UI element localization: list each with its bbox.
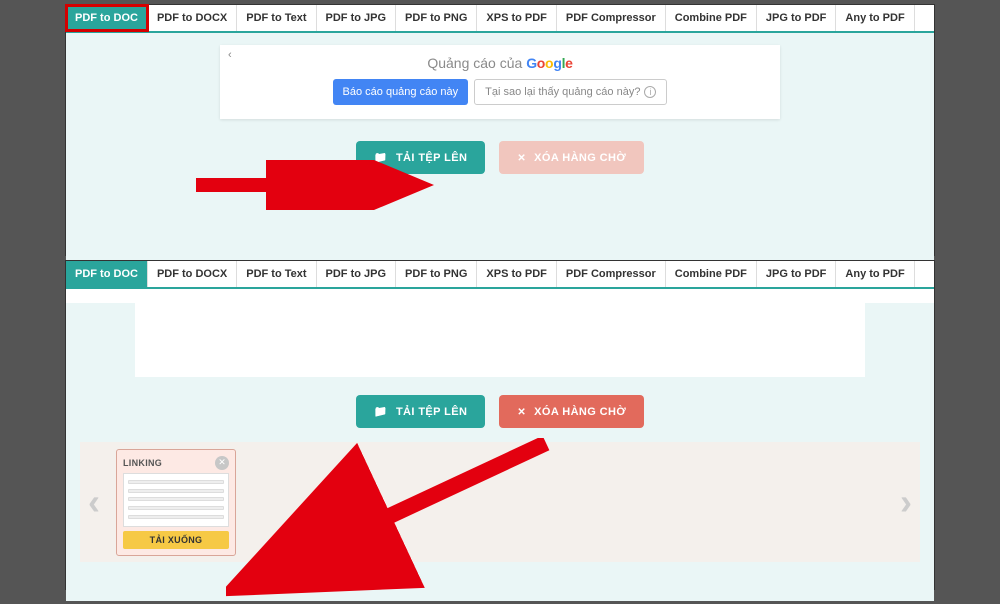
tab-pdf-to-doc[interactable]: PDF to DOC — [66, 5, 148, 31]
tab-pdf-to-docx-b[interactable]: PDF to DOCX — [148, 261, 237, 287]
format-tabs-top: PDF to DOC PDF to DOCX PDF to Text PDF t… — [66, 5, 934, 33]
tab-pdf-to-text[interactable]: PDF to Text — [237, 5, 316, 31]
tab-pdf-to-png[interactable]: PDF to PNG — [396, 5, 477, 31]
screenshot-top: PDF to DOC PDF to DOCX PDF to Text PDF t… — [65, 4, 935, 256]
tab-pdf-to-jpg[interactable]: PDF to JPG — [317, 5, 397, 31]
upload-icon — [374, 151, 388, 164]
tab-pdf-to-png-b[interactable]: PDF to PNG — [396, 261, 477, 287]
tab-any-to-pdf-b[interactable]: Any to PDF — [836, 261, 914, 287]
file-name-label: LINKING — [123, 458, 162, 468]
tab-pdf-compressor-b[interactable]: PDF Compressor — [557, 261, 666, 287]
tab-pdf-to-docx[interactable]: PDF to DOCX — [148, 5, 237, 31]
ad-title: Quảng cáo của Google — [220, 55, 780, 71]
tab-jpg-to-pdf-b[interactable]: JPG to PDF — [757, 261, 837, 287]
upload-icon — [374, 405, 388, 418]
report-ad-button[interactable]: Báo cáo quảng cáo này — [333, 79, 469, 105]
format-tabs-bottom: PDF to DOC PDF to DOCX PDF to Text PDF t… — [66, 261, 934, 289]
tab-pdf-to-text-b[interactable]: PDF to Text — [237, 261, 316, 287]
tab-pdf-to-jpg-b[interactable]: PDF to JPG — [317, 261, 397, 287]
file-queue-strip: ‹ LINKING ✕ TẢI XUỐNG › — [80, 442, 920, 562]
tab-any-to-pdf[interactable]: Any to PDF — [836, 5, 914, 31]
clear-queue-button-top: XÓA HÀNG CHỜ — [499, 141, 644, 174]
clear-queue-button-bottom[interactable]: XÓA HÀNG CHỜ — [499, 395, 644, 428]
file-thumbnail — [123, 473, 229, 527]
carousel-prev-icon[interactable]: ‹ — [80, 481, 108, 523]
close-icon — [517, 406, 526, 418]
tab-jpg-to-pdf[interactable]: JPG to PDF — [757, 5, 837, 31]
tab-pdf-to-doc-b[interactable]: PDF to DOC — [66, 261, 148, 287]
why-ad-button[interactable]: Tại sao lại thấy quảng cáo này?i — [474, 79, 667, 105]
tab-combine-pdf-b[interactable]: Combine PDF — [666, 261, 757, 287]
upload-button-bottom[interactable]: TẢI TỆP LÊN — [356, 395, 486, 428]
converted-file-card: LINKING ✕ TẢI XUỐNG — [116, 449, 236, 556]
ad-collapse-icon[interactable]: ‹ — [228, 49, 232, 61]
remove-file-icon[interactable]: ✕ — [215, 456, 229, 470]
screenshot-bottom: PDF to DOC PDF to DOCX PDF to Text PDF t… — [65, 260, 935, 590]
tab-combine-pdf[interactable]: Combine PDF — [666, 5, 757, 31]
info-icon: i — [644, 86, 656, 98]
upload-button-top[interactable]: TẢI TỆP LÊN — [356, 141, 486, 174]
close-icon — [517, 152, 526, 164]
google-ad-banner: ‹ Quảng cáo của Google Báo cáo quảng cáo… — [220, 45, 780, 119]
ad-placeholder-banner — [135, 303, 865, 377]
download-button[interactable]: TẢI XUỐNG — [123, 531, 229, 549]
tab-xps-to-pdf-b[interactable]: XPS to PDF — [477, 261, 557, 287]
tab-xps-to-pdf[interactable]: XPS to PDF — [477, 5, 557, 31]
carousel-next-icon[interactable]: › — [892, 481, 920, 523]
tab-pdf-compressor[interactable]: PDF Compressor — [557, 5, 666, 31]
